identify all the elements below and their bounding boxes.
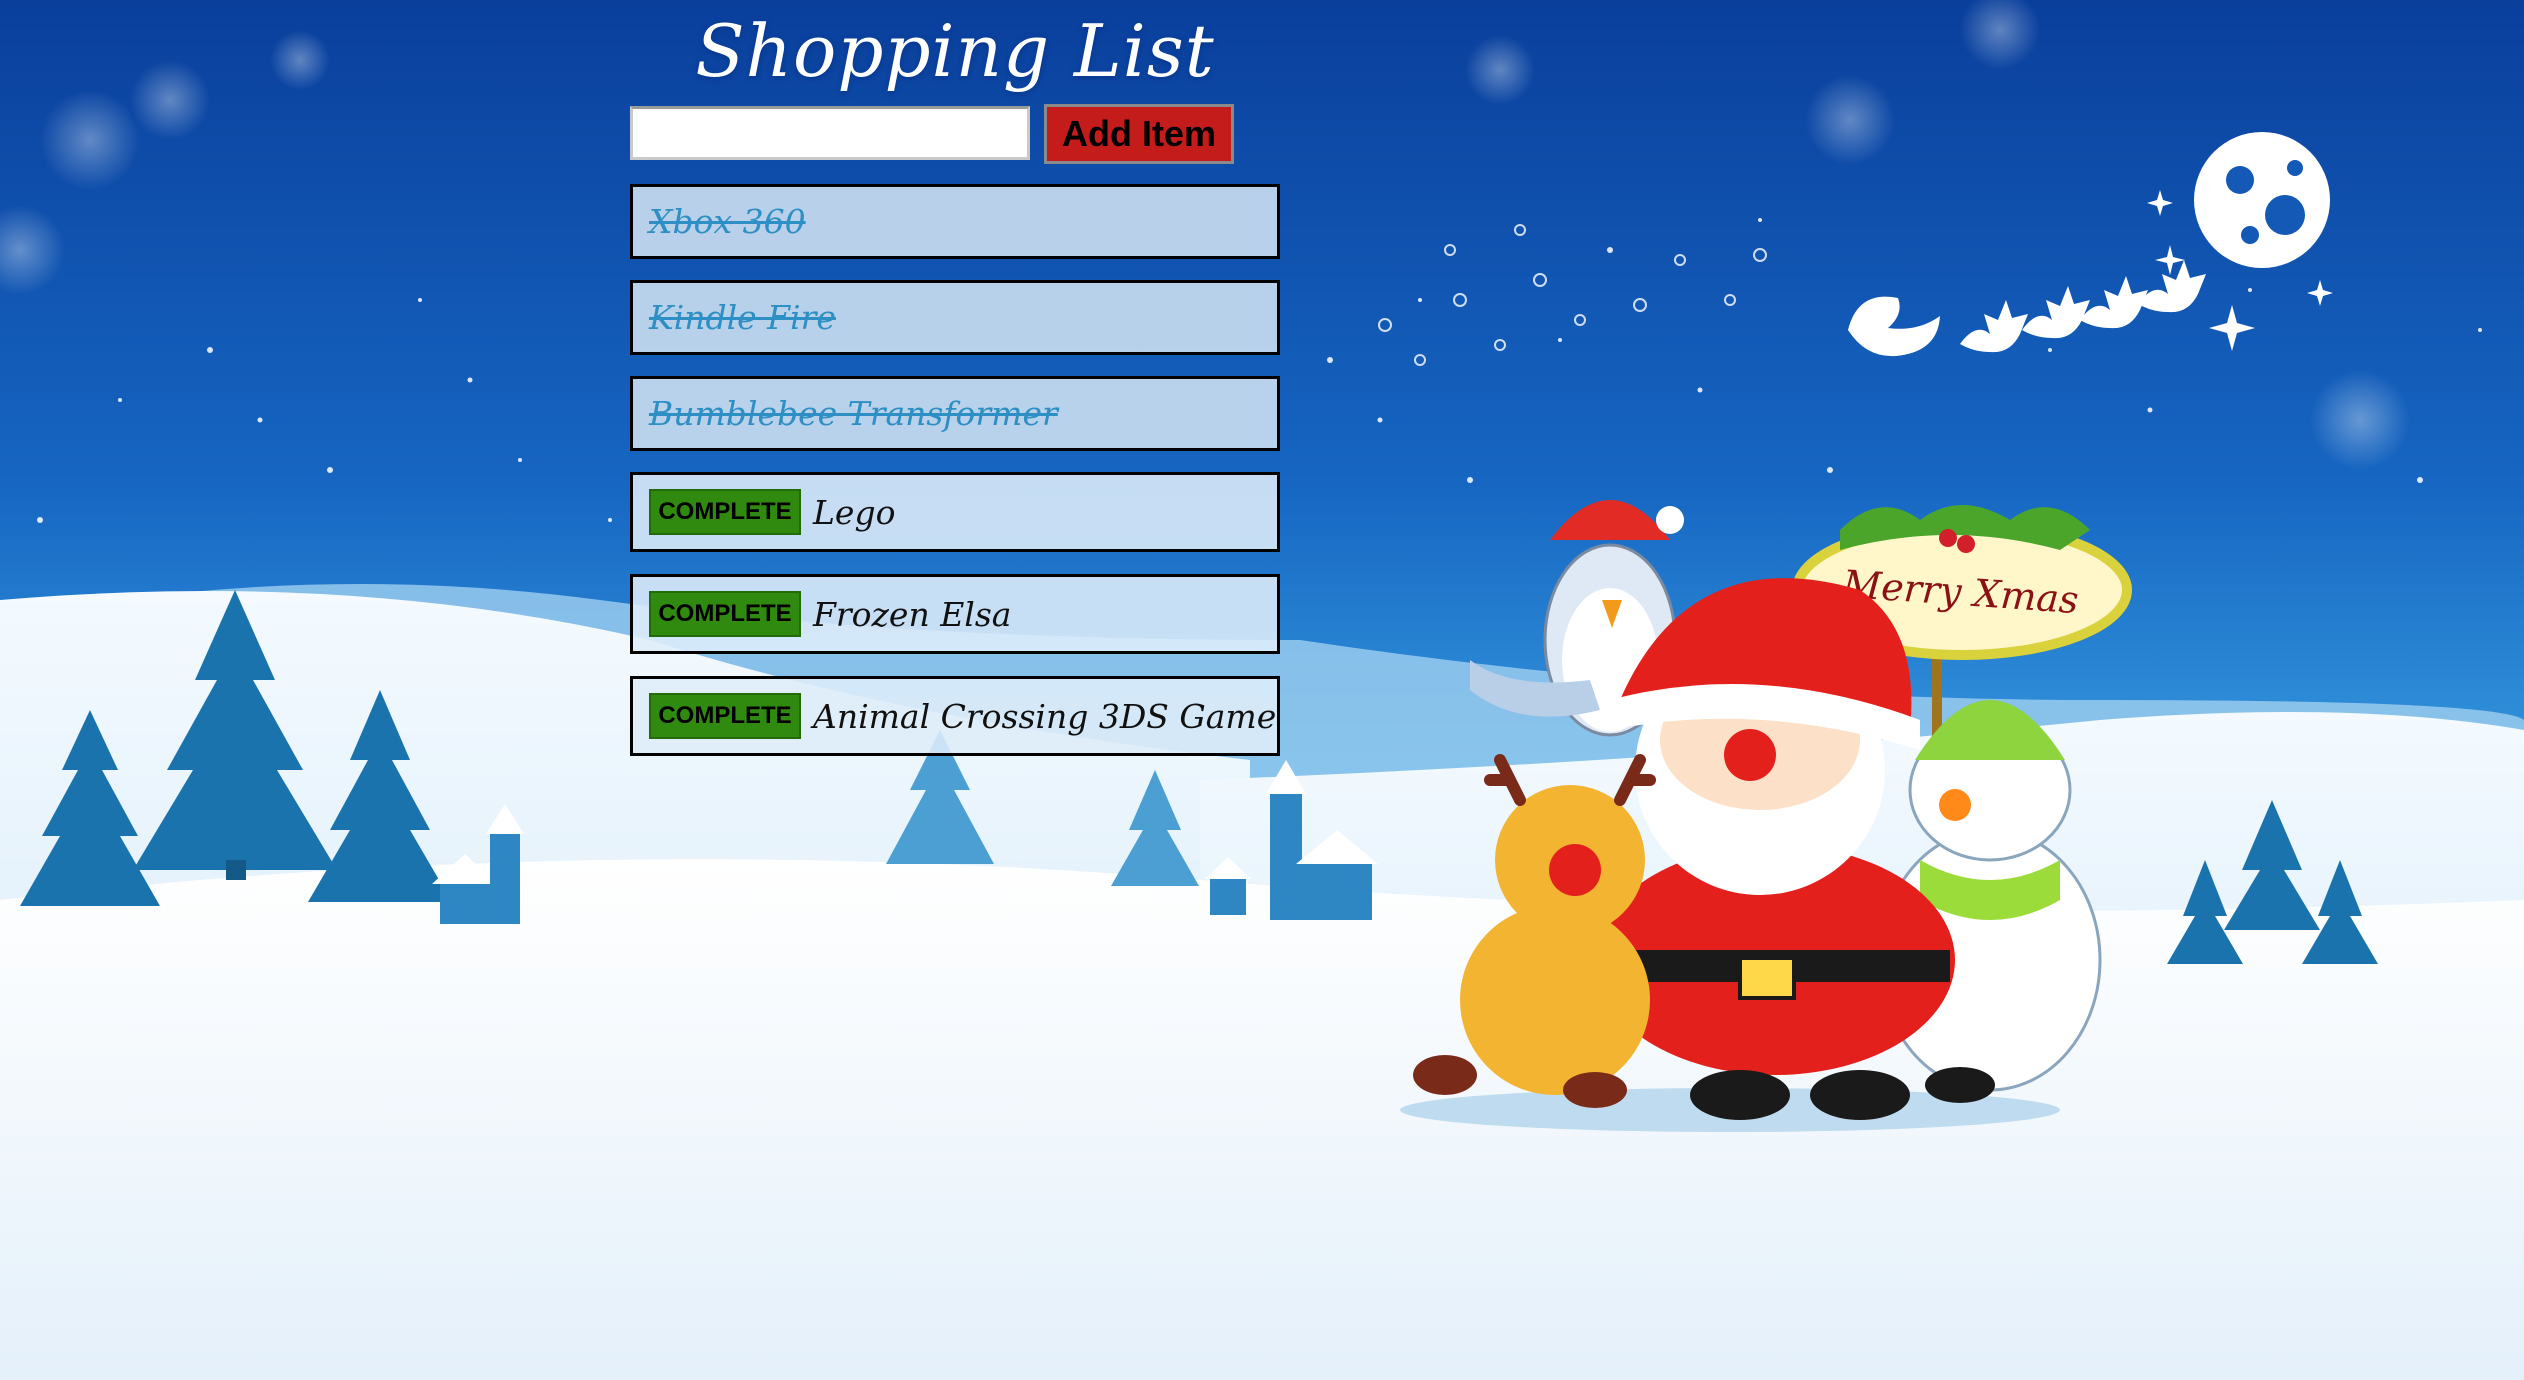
- shopping-list-app: Shopping List Add Item Xbox 360 Kindle F…: [0, 0, 2524, 1380]
- complete-button[interactable]: COMPLETE: [649, 591, 801, 637]
- list-item: Bumblebee Transformer: [630, 376, 1280, 451]
- list-item: Xbox 360: [630, 184, 1280, 259]
- item-name: Kindle Fire: [649, 298, 836, 337]
- item-name: Lego: [813, 492, 896, 532]
- list-item: COMPLETE Animal Crossing 3DS Game: [630, 676, 1280, 756]
- item-name: Frozen Elsa: [813, 594, 1012, 634]
- complete-button[interactable]: COMPLETE: [649, 693, 801, 739]
- item-name: Xbox 360: [649, 202, 806, 241]
- page-title: Shopping List: [695, 9, 1215, 93]
- list-item: COMPLETE Lego: [630, 472, 1280, 552]
- item-name: Animal Crossing 3DS Game: [813, 696, 1277, 736]
- add-item-button[interactable]: Add Item: [1044, 104, 1234, 164]
- list-item: COMPLETE Frozen Elsa: [630, 574, 1280, 654]
- list-item: Kindle Fire: [630, 280, 1280, 355]
- item-input[interactable]: [630, 106, 1030, 160]
- complete-button[interactable]: COMPLETE: [649, 489, 801, 535]
- item-name: Bumblebee Transformer: [649, 394, 1058, 433]
